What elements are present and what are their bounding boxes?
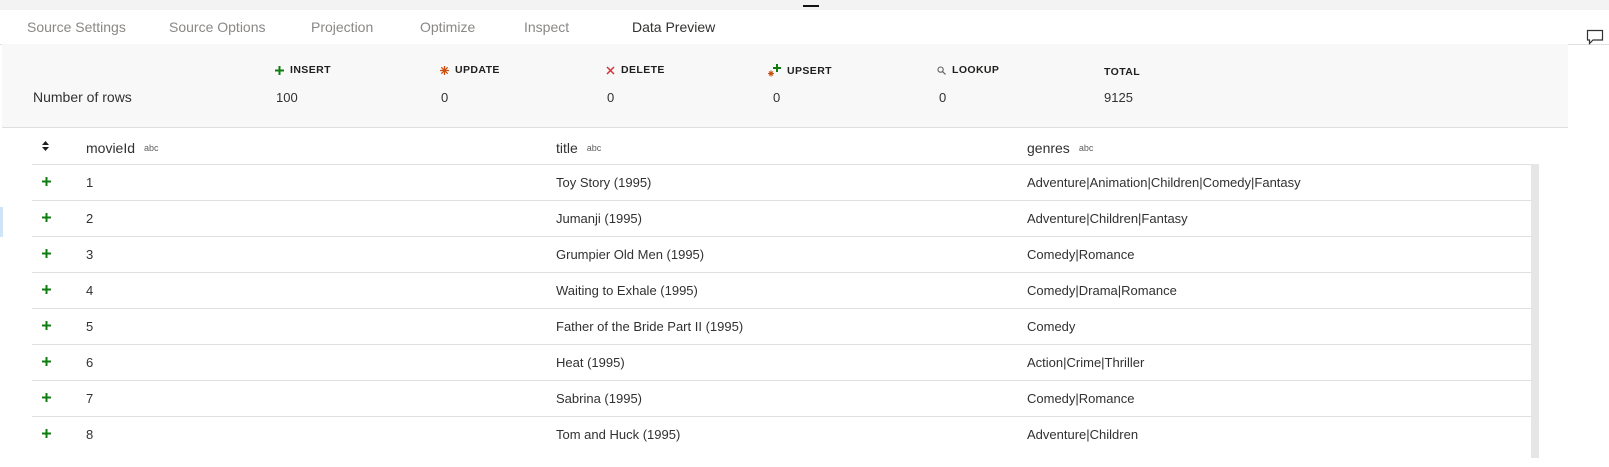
insert-row-icon <box>42 249 51 258</box>
cell-movieid: 7 <box>86 391 94 406</box>
cell-movieid: 5 <box>86 319 94 334</box>
upsert-icon <box>768 64 781 77</box>
cell-title: Tom and Huck (1995) <box>556 427 681 442</box>
upsert-header: UPSERT <box>768 64 832 77</box>
total-count: 9125 <box>1104 90 1133 105</box>
delete-header: DELETE <box>606 64 665 76</box>
tab-projection[interactable]: Projection <box>311 19 373 35</box>
cell-genres: Adventure|Children <box>1027 427 1139 442</box>
feedback-icon[interactable] <box>1586 29 1604 45</box>
table-row[interactable]: 4 Waiting to Exhale (1995) Comedy|Drama|Ro… <box>32 272 1532 309</box>
column-header-label: genres <box>1027 140 1070 156</box>
cell-title: Sabrina (1995) <box>556 391 642 406</box>
insert-row-icon <box>42 393 51 402</box>
row-count-summary: Number of rows INSERT UPDATE DELETE UPSE… <box>2 44 1568 128</box>
table-row[interactable]: 5 Father of the Bride Part II (1995) Comed… <box>32 308 1532 345</box>
type-badge: abc <box>586 143 602 153</box>
tab-source-options[interactable]: Source Options <box>169 19 266 35</box>
update-count: 0 <box>441 90 449 105</box>
column-header-label: title <box>556 140 578 156</box>
cell-title: Grumpier Old Men (1995) <box>556 247 705 262</box>
upsert-count: 0 <box>773 90 781 105</box>
vertical-scrollbar[interactable] <box>1531 164 1539 458</box>
lookup-header: LOOKUP <box>937 64 999 76</box>
column-header-movieid[interactable]: movieId abc <box>86 140 159 156</box>
cell-movieid: 6 <box>86 355 94 370</box>
cell-genres: Comedy <box>1027 319 1076 334</box>
tab-bar: Source Settings Source Options Projectio… <box>0 10 1609 51</box>
cell-genres: Comedy|Romance <box>1027 391 1135 406</box>
table-row[interactable]: 6 Heat (1995) Action|Crime|Thriller <box>32 344 1532 381</box>
cell-title: Toy Story (1995) <box>556 175 652 190</box>
column-header-genres[interactable]: genres abc <box>1027 140 1093 156</box>
upsert-label: UPSERT <box>787 64 832 77</box>
total-header: TOTAL <box>1104 66 1140 78</box>
cell-genres: Action|Crime|Thriller <box>1027 355 1145 370</box>
cell-movieid: 2 <box>86 211 94 226</box>
cell-genres: Adventure|Animation|Children|Comedy|Fant… <box>1027 175 1301 190</box>
table-row[interactable]: 8 Tom and Huck (1995) Adventure|Children <box>32 416 1532 453</box>
cell-title: Father of the Bride Part II (1995) <box>556 319 744 334</box>
insert-row-icon <box>42 357 51 366</box>
column-header-label: movieId <box>86 140 136 156</box>
lookup-label: LOOKUP <box>952 64 1000 76</box>
delete-x-icon <box>606 65 615 75</box>
delete-count: 0 <box>607 90 615 105</box>
update-header: UPDATE <box>440 64 500 76</box>
table-header: movieId abc title abc genres abc <box>32 128 1532 164</box>
cell-movieid: 1 <box>86 175 94 190</box>
tab-optimize[interactable]: Optimize <box>420 19 475 35</box>
insert-row-icon <box>42 177 51 186</box>
column-header-title[interactable]: title abc <box>556 140 601 156</box>
insert-count: 100 <box>276 90 298 105</box>
insert-plus-icon <box>275 65 284 75</box>
number-of-rows-label: Number of rows <box>33 89 132 105</box>
total-label: TOTAL <box>1104 66 1141 78</box>
table-row[interactable]: 7 Sabrina (1995) Comedy|Romance <box>32 380 1532 417</box>
insert-row-icon <box>42 213 51 222</box>
table-row[interactable]: 1 Toy Story (1995) Adventure|Animation|Chi… <box>32 164 1532 201</box>
cell-title: Jumanji (1995) <box>556 211 642 226</box>
type-badge: abc <box>144 143 159 153</box>
cell-title: Waiting to Exhale (1995) <box>556 283 698 298</box>
left-edge-marker <box>0 207 3 237</box>
delete-label: DELETE <box>621 64 665 76</box>
type-badge: abc <box>1078 143 1094 153</box>
cell-genres: Adventure|Children|Fantasy <box>1027 211 1188 226</box>
insert-row-icon <box>42 321 51 330</box>
tab-data-preview[interactable]: Data Preview <box>632 19 715 35</box>
table-row[interactable]: 2 Jumanji (1995) Adventure|Children|Fantas… <box>32 200 1532 237</box>
cell-movieid: 4 <box>86 283 94 298</box>
update-asterisk-icon <box>440 65 449 75</box>
cell-genres: Comedy|Romance <box>1027 247 1135 262</box>
tab-inspect[interactable]: Inspect <box>524 19 569 35</box>
cell-movieid: 8 <box>86 427 94 442</box>
update-label: UPDATE <box>455 64 500 76</box>
cell-title: Heat (1995) <box>556 355 625 370</box>
cell-genres: Comedy|Drama|Romance <box>1027 283 1177 298</box>
insert-label: INSERT <box>290 64 331 76</box>
lookup-magnifier-icon <box>937 65 946 75</box>
insert-row-icon <box>42 285 51 294</box>
insert-row-icon <box>42 429 51 438</box>
lookup-count: 0 <box>939 90 947 105</box>
resize-handle[interactable] <box>803 5 819 7</box>
table-row[interactable]: 3 Grumpier Old Men (1995) Comedy|Romance <box>32 236 1532 273</box>
sort-toggle-icon[interactable] <box>42 141 49 151</box>
insert-header: INSERT <box>275 64 331 76</box>
tab-source-settings[interactable]: Source Settings <box>27 19 126 35</box>
cell-movieid: 3 <box>86 247 94 262</box>
